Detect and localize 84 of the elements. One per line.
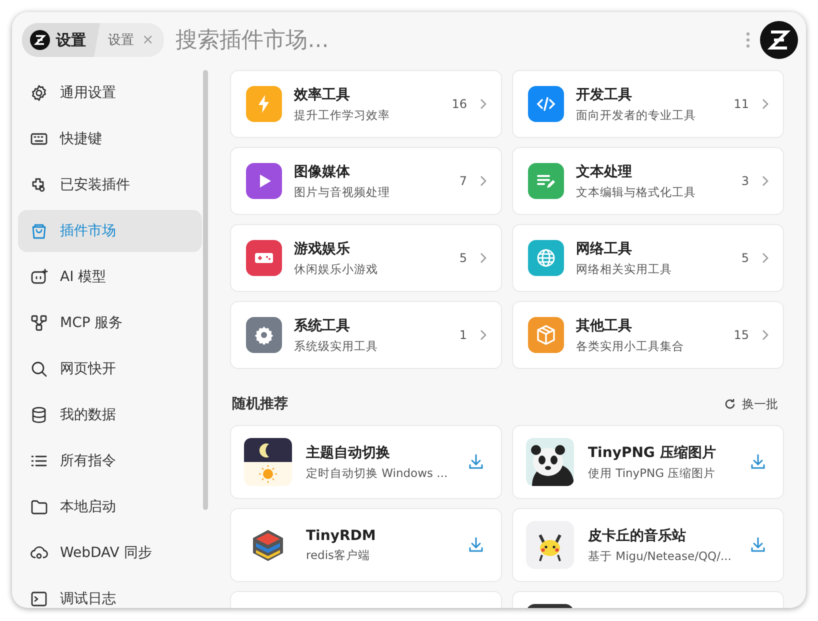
plugin-card[interactable]: 皮卡丘的音乐站 基于 Migu/Netease/QQ/...: [512, 508, 784, 582]
category-title: 游戏娱乐: [294, 240, 351, 258]
plugin-count: 1: [459, 328, 467, 342]
plugin-description: 定时自动切换 Windows ...: [306, 466, 449, 480]
plugin-name: 主题自动切换: [306, 444, 391, 462]
category-card[interactable]: 游戏娱乐 休闲娱乐小游戏 5: [230, 224, 502, 292]
sidebar-item[interactable]: 网页快开: [18, 348, 202, 390]
pikachu-icon: [526, 521, 574, 569]
category-card[interactable]: 开发工具 面向开发者的专业工具 11: [512, 70, 784, 138]
scrollbar[interactable]: [203, 70, 208, 510]
refresh-button[interactable]: 换一批: [724, 396, 778, 412]
plugin-count: 3: [741, 174, 749, 188]
category-description: 面向开发者的专业工具: [576, 108, 697, 122]
category-card[interactable]: 网络工具 网络相关实用工具 5: [512, 224, 784, 292]
day-night-icon: [244, 438, 292, 486]
chevron-right-icon: [761, 329, 769, 341]
plugin-description: redis客户端: [306, 548, 372, 562]
category-card[interactable]: 效率工具 提升工作学习效率 16: [230, 70, 502, 138]
chevron-right-icon: [761, 175, 769, 187]
plugin-count: 7: [459, 174, 467, 188]
category-title: 文本处理: [576, 162, 633, 180]
plugin-name: TinyRDM: [306, 528, 377, 544]
sidebar-item[interactable]: 我的数据: [18, 394, 202, 436]
avatar-logo-icon[interactable]: [760, 21, 798, 59]
category-title: 网络工具: [576, 240, 633, 258]
sidebar-item[interactable]: 本地启动: [18, 486, 202, 528]
category-title: 效率工具: [294, 86, 351, 104]
database-icon: [30, 406, 48, 424]
chevron-right-icon: [479, 98, 487, 110]
category-description: 提升工作学习效率: [294, 108, 391, 122]
shopping-bag-icon: [30, 222, 48, 240]
logo-icon: [30, 30, 50, 50]
category-description: 图片与音视频处理: [294, 184, 391, 200]
panda-icon: [526, 438, 574, 486]
plugin-name: 皮卡丘的音乐站: [588, 526, 687, 544]
category-card[interactable]: 系统工具 系统级实用工具 1: [230, 301, 502, 369]
chevron-right-icon: [761, 252, 769, 264]
category-title: 其他工具: [576, 316, 633, 334]
category-description: 网络相关实用工具: [576, 262, 673, 276]
category-description: 各类实用小工具集合: [576, 338, 685, 354]
plugin-count: 11: [734, 97, 749, 111]
sidebar-item[interactable]: 快捷键: [18, 118, 202, 160]
plugin-count: 15: [734, 328, 749, 342]
sidebar-item[interactable]: MCP 服务: [18, 302, 202, 344]
category-description: 系统级实用工具: [294, 338, 379, 354]
app-chip[interactable]: 设置: [22, 23, 100, 57]
sidebar-item[interactable]: WebDAV 同步: [18, 532, 202, 574]
plugin-card[interactable]: TinyPNG 压缩图片 使用 TinyPNG 压缩图片: [512, 425, 784, 499]
chevron-right-icon: [479, 175, 487, 187]
plugin-card[interactable]: 主题自动切换 定时自动切换 Windows ...: [230, 425, 502, 499]
section-title: 随机推荐: [232, 395, 288, 413]
category-card[interactable]: 文本处理 文本编辑与格式化工具 3: [512, 147, 784, 215]
category-description: 文本编辑与格式化工具: [576, 184, 697, 200]
sidebar-item[interactable]: 所有指令: [18, 440, 202, 482]
sidebar-item[interactable]: 通用设置: [18, 72, 202, 114]
chevron-right-icon: [761, 98, 769, 110]
robot-icon: [30, 268, 48, 286]
sidebar-item[interactable]: AI 模型: [18, 256, 202, 298]
more-icon[interactable]: [746, 31, 750, 49]
category-title: 系统工具: [294, 316, 351, 334]
plugin-count: 5: [459, 251, 467, 265]
plugin-description: 基于 Migu/Netease/QQ/...: [588, 548, 732, 564]
gear-icon: [30, 84, 48, 102]
category-card[interactable]: 其他工具 各类实用小工具集合 15: [512, 301, 784, 369]
tab[interactable]: 设置 ×: [100, 31, 164, 49]
refresh-icon: [724, 398, 736, 410]
sidebar-item[interactable]: 已安装插件: [18, 164, 202, 206]
chevron-right-icon: [479, 252, 487, 264]
nodes-icon: [30, 314, 48, 332]
chevron-right-icon: [479, 329, 487, 341]
category-card[interactable]: 图像媒体 图片与音视频处理 7: [230, 147, 502, 215]
terminal-icon: [30, 590, 48, 608]
category-description: 休闲娱乐小游戏: [294, 262, 379, 276]
search-icon: [30, 360, 48, 378]
search-field[interactable]: 搜索插件市场...: [174, 26, 736, 54]
category-title: 图像媒体: [294, 162, 351, 180]
category-title: 开发工具: [576, 86, 633, 104]
plugin-description: 使用 TinyPNG 压缩图片: [588, 466, 717, 480]
plugin-count: 16: [452, 97, 467, 111]
plugin-name: TinyPNG 压缩图片: [588, 444, 717, 462]
sidebar-item[interactable]: 调试日志: [18, 578, 202, 608]
plugin-card[interactable]: TinyRDM redis客户端: [230, 508, 502, 582]
plugin-count: 5: [741, 251, 749, 265]
folder-icon: [30, 498, 48, 516]
